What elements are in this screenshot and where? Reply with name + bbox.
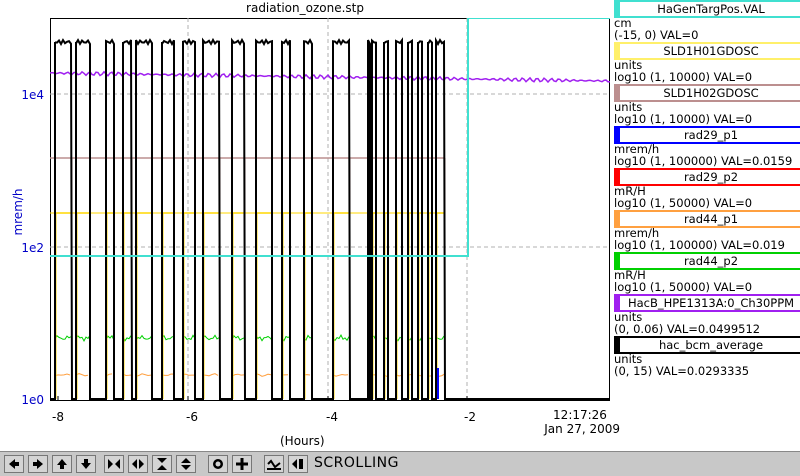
series-rad44-p2 [183, 335, 195, 339]
zoom-in-y-icon[interactable] [152, 455, 172, 473]
series-rad44-p1 [55, 374, 70, 376]
legend-label[interactable]: HaGenTargPos.VAL [614, 0, 800, 18]
x-tick-label: -6 [177, 410, 207, 424]
legend-range: (0, 0.06) VAL=0.0499512 [614, 323, 760, 336]
x-axis-label: (Hours) [280, 434, 325, 448]
zoom-in-x-icon[interactable] [104, 455, 124, 473]
cross-icon[interactable] [232, 455, 252, 473]
arrow-down-icon[interactable] [76, 455, 96, 473]
legend-range: (0, 15) VAL=0.0293335 [614, 365, 749, 378]
scroll-icon[interactable] [264, 455, 284, 473]
x-tick-label: -4 [317, 410, 347, 424]
legend-range: log10 (1, 50000) VAL=0 [614, 281, 752, 294]
y-tick-label: 1e4 [0, 88, 44, 102]
series-rad44-p1 [76, 374, 88, 376]
x-tick-label: -8 [43, 410, 73, 424]
series-hacb-ozone [50, 72, 610, 82]
toolbar: SCROLLING [0, 451, 800, 476]
series-rad44-p2 [203, 335, 219, 339]
legend-range: log10 (1, 10000) VAL=0 [614, 71, 752, 84]
current-time: 12:17:26 [540, 408, 620, 422]
legend-range: log10 (1, 100000) VAL=0.0159 [614, 155, 792, 168]
legend-range: (-15, 0) VAL=0 [614, 29, 698, 42]
series-rad44-p2 [256, 335, 272, 341]
series-rad44-p2 [55, 336, 71, 340]
series-rad44-p1 [183, 374, 195, 375]
y-tick-label: 1e0 [0, 393, 44, 407]
arrow-up-icon[interactable] [52, 455, 72, 473]
series-rad44-p1 [136, 374, 151, 377]
series-rad44-p1 [203, 374, 218, 376]
reset-icon[interactable] [208, 455, 228, 473]
plot-area[interactable] [50, 18, 610, 401]
series-rad44-p2 [76, 335, 90, 341]
status-label: SCROLLING [314, 455, 399, 471]
y-tick-label: 1e2 [0, 241, 44, 255]
series-rad44-p1 [256, 374, 271, 377]
series-rad44-p2 [333, 335, 349, 340]
x-tick-label: -2 [455, 410, 485, 424]
arrow-right-icon[interactable] [28, 455, 48, 473]
series-rad44-p1 [162, 374, 174, 375]
series-rad44-p2 [232, 336, 244, 341]
series-rad44-p1 [333, 375, 348, 377]
arrow-left-icon[interactable] [4, 455, 24, 473]
series-rad44-p2 [162, 336, 174, 340]
pause-icon[interactable] [288, 455, 308, 473]
legend-range: log10 (1, 50000) VAL=0 [614, 197, 752, 210]
zoom-out-x-icon[interactable] [128, 455, 148, 473]
current-date: Jan 27, 2009 [520, 422, 620, 436]
series-rad44-p2 [136, 336, 152, 341]
plot-canvas[interactable] [50, 18, 610, 401]
legend-range: log10 (1, 10000) VAL=0 [614, 113, 752, 126]
y-axis-label: mrem/h [11, 182, 25, 242]
series-rad44-p1 [232, 374, 244, 376]
legend: HaGenTargPos.VALcm(-15, 0) VAL=0SLD1H01G… [612, 0, 800, 450]
zoom-out-y-icon[interactable] [176, 455, 196, 473]
plot-frame [51, 19, 610, 401]
plot-title: radiation_ozone.stp [0, 1, 610, 15]
legend-range: log10 (1, 100000) VAL=0.019 [614, 239, 785, 252]
series-hagentargpos [50, 18, 610, 256]
